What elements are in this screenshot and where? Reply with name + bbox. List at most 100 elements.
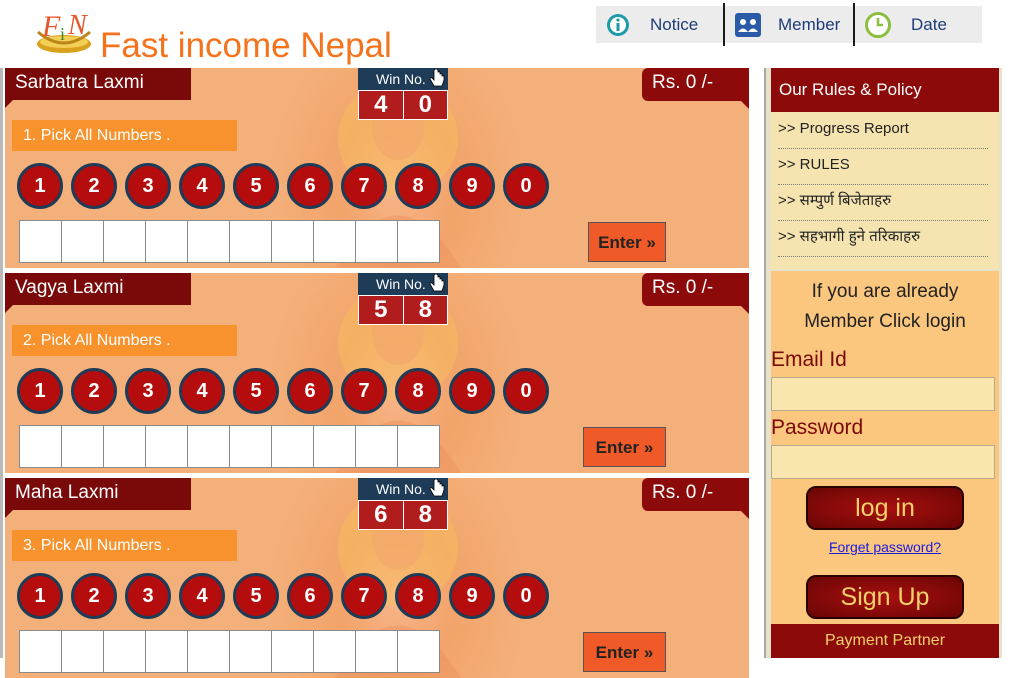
number-ball-9[interactable]: 9 [449,368,495,414]
login-intro: If you are already Member Click login [771,277,999,337]
nav-member[interactable]: Member [725,6,853,43]
clock-icon [865,11,891,38]
number-ball-8[interactable]: 8 [395,163,441,209]
top-navigation: Notice Member Date [596,3,982,46]
number-slot[interactable] [146,221,187,262]
number-ball-2[interactable]: 2 [71,573,117,619]
number-ball-3[interactable]: 3 [125,163,171,209]
win-number-label[interactable]: Win No. [358,478,448,500]
link-how-to-participate[interactable]: >> सहभागी हुने तरिकाहरु [778,220,988,257]
number-ball-6[interactable]: 6 [287,163,333,209]
number-slot[interactable] [104,426,145,467]
password-field[interactable] [771,445,995,479]
site-logo[interactable]: F i N [34,6,96,58]
site-header: F i N Fast income Nepal Notice Member Da… [0,0,1012,68]
number-slot[interactable] [20,221,61,262]
selected-number-slots [19,220,440,263]
prize-amount: Rs. 0 /- [642,478,749,519]
number-slot[interactable] [356,631,397,672]
number-ball-2[interactable]: 2 [71,368,117,414]
link-all-winners[interactable]: >> सम्पुर्ण बिजेताहरु [778,184,988,221]
number-slot[interactable] [188,221,229,262]
number-slot[interactable] [20,426,61,467]
payment-partner-heading: Payment Partner [771,624,999,658]
number-ball-4[interactable]: 4 [179,573,225,619]
number-slot[interactable] [356,426,397,467]
number-slot[interactable] [146,426,187,467]
prize-amount: Rs. 0 /- [642,68,749,109]
number-ball-0[interactable]: 0 [503,573,549,619]
number-ball-0[interactable]: 0 [503,163,549,209]
number-slot[interactable] [272,221,313,262]
number-slot[interactable] [398,426,439,467]
selected-number-slots [19,630,440,673]
enter-button[interactable]: Enter » [588,222,666,262]
number-ball-4[interactable]: 4 [179,163,225,209]
number-slot[interactable] [146,631,187,672]
number-ball-3[interactable]: 3 [125,573,171,619]
number-ball-5[interactable]: 5 [233,573,279,619]
login-button[interactable]: log in [806,486,964,530]
number-ball-7[interactable]: 7 [341,368,387,414]
link-rules[interactable]: >> RULES [778,148,988,185]
number-ball-7[interactable]: 7 [341,573,387,619]
number-ball-1[interactable]: 1 [17,573,63,619]
number-slot[interactable] [272,426,313,467]
number-ball-9[interactable]: 9 [449,163,495,209]
number-slot[interactable] [62,426,103,467]
number-slot[interactable] [398,221,439,262]
number-ball-4[interactable]: 4 [179,368,225,414]
number-slot[interactable] [356,221,397,262]
number-slot[interactable] [230,631,271,672]
number-slot[interactable] [104,221,145,262]
forgot-password-link[interactable]: Forget password? [771,539,999,555]
pick-numbers-label: 2. Pick All Numbers . [12,325,237,356]
number-ball-7[interactable]: 7 [341,163,387,209]
login-intro-line-1: If you are already [811,281,959,302]
number-ball-5[interactable]: 5 [233,163,279,209]
number-ball-5[interactable]: 5 [233,368,279,414]
number-slot[interactable] [62,221,103,262]
win-digit: 6 [359,501,403,529]
number-slot[interactable] [314,631,355,672]
win-number-text: Win No. [376,71,426,87]
pick-numbers-label: 1. Pick All Numbers . [12,120,237,151]
number-ball-8[interactable]: 8 [395,368,441,414]
number-slot[interactable] [314,221,355,262]
number-slot[interactable] [230,221,271,262]
number-slot[interactable] [230,426,271,467]
win-digit: 5 [359,296,403,324]
number-ball-2[interactable]: 2 [71,163,117,209]
svg-text:F: F [41,10,61,43]
win-number-label[interactable]: Win No. [358,273,448,295]
number-slot[interactable] [314,426,355,467]
win-number-label[interactable]: Win No. [358,68,448,90]
number-slot[interactable] [398,631,439,672]
email-field[interactable] [771,377,995,411]
hand-pointer-icon [429,69,445,87]
signup-button[interactable]: Sign Up [806,575,964,619]
link-progress-report[interactable]: >> Progress Report [778,112,988,149]
nav-date[interactable]: Date [855,6,982,43]
number-slot[interactable] [20,631,61,672]
nav-notice[interactable]: Notice [596,6,723,43]
game-title: Vagya Laxmi [5,273,191,313]
number-ball-8[interactable]: 8 [395,573,441,619]
number-slot[interactable] [62,631,103,672]
number-slot[interactable] [272,631,313,672]
number-slot[interactable] [104,631,145,672]
enter-button[interactable]: Enter » [583,632,666,672]
game-title: Sarbatra Laxmi [5,68,191,108]
number-ball-1[interactable]: 1 [17,368,63,414]
page-left-border [0,68,3,658]
number-slot[interactable] [188,426,229,467]
number-ball-1[interactable]: 1 [17,163,63,209]
number-ball-0[interactable]: 0 [503,368,549,414]
enter-button[interactable]: Enter » [583,427,666,467]
number-ball-3[interactable]: 3 [125,368,171,414]
number-ball-6[interactable]: 6 [287,368,333,414]
number-slot[interactable] [188,631,229,672]
number-ball-9[interactable]: 9 [449,573,495,619]
number-ball-6[interactable]: 6 [287,573,333,619]
win-digit: 4 [359,91,403,119]
